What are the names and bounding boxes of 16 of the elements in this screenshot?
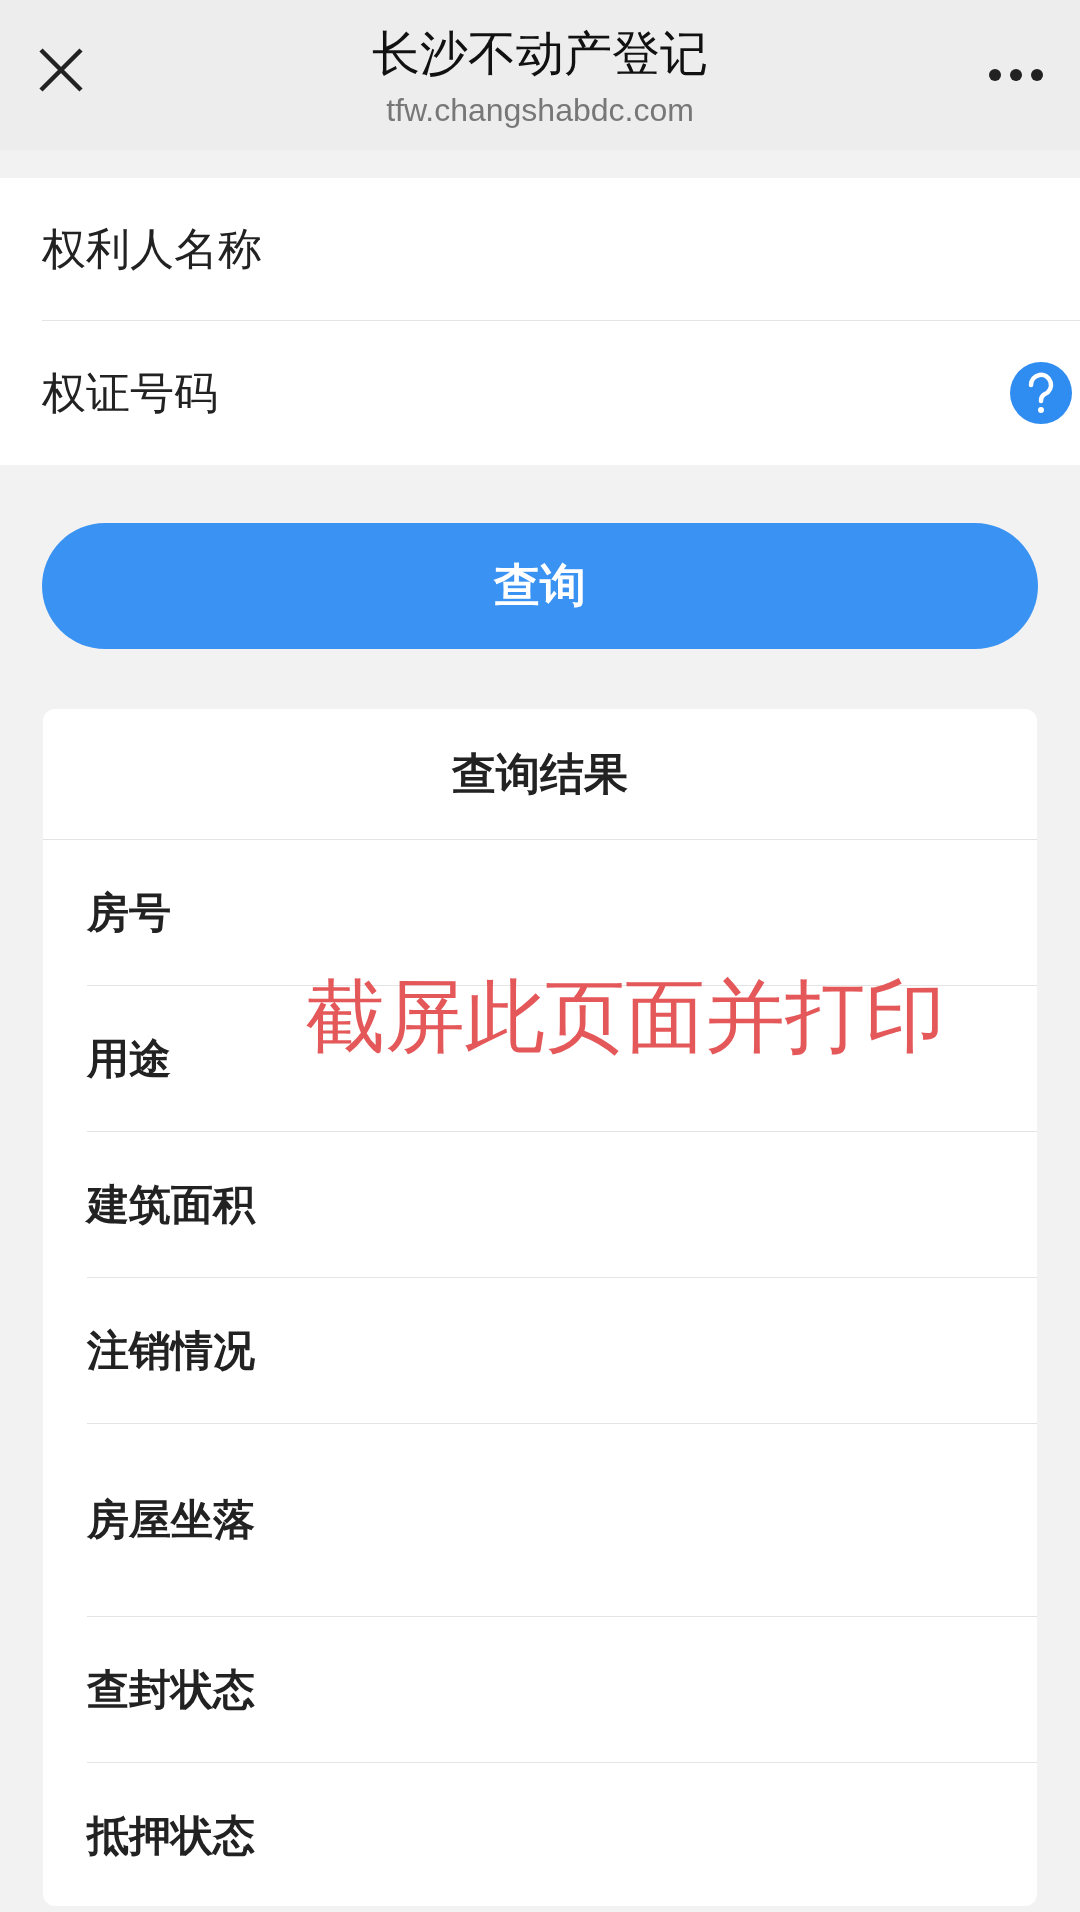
results-title: 查询结果: [43, 709, 1037, 840]
field-label: 权利人名称: [42, 221, 262, 276]
more-icon[interactable]: [988, 68, 1044, 82]
page-title: 长沙不动产登记: [372, 23, 708, 83]
annotation-text: 截屏此页面并打印: [305, 969, 945, 1065]
result-label: 查封状态: [87, 1663, 255, 1716]
result-label: 抵押状态: [87, 1809, 255, 1862]
result-label: 房号: [87, 886, 171, 939]
result-label: 建筑面积: [87, 1178, 255, 1231]
field-label: 权证号码: [42, 365, 218, 420]
page-url: tfw.changshabdc.com: [386, 91, 694, 129]
result-label: 注销情况: [87, 1324, 255, 1377]
result-label: 用途: [87, 1032, 171, 1085]
help-icon[interactable]: [1010, 362, 1072, 424]
query-button[interactable]: 查询: [42, 523, 1038, 649]
result-label: 房屋坐落: [87, 1494, 255, 1546]
